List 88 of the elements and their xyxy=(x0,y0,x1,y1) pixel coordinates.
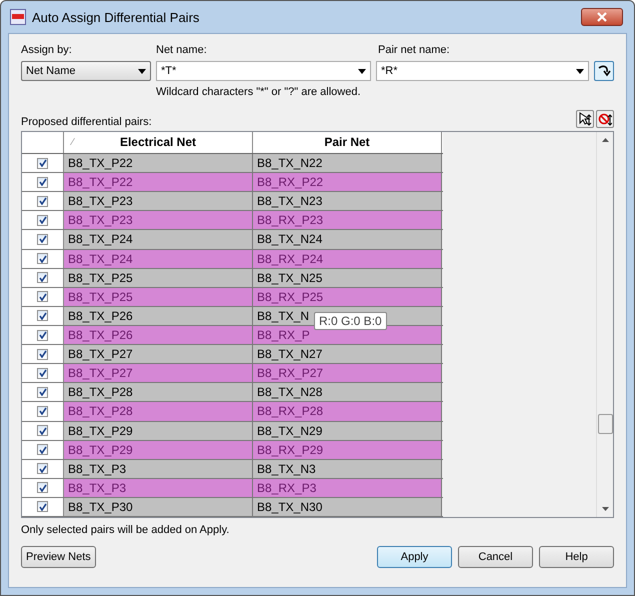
table-cell: B8_TX_N30 xyxy=(253,498,442,516)
table-cell: B8_TX_N28 xyxy=(253,383,442,402)
column-header[interactable]: ∕ Electrical Net xyxy=(64,132,253,153)
table-cell: B8_TX_P3 xyxy=(64,460,253,478)
field-label: Pair net name: xyxy=(378,44,451,56)
checkbox[interactable] xyxy=(37,234,48,245)
table-cell: B8_RX_P25 xyxy=(253,288,442,306)
curved-arrow-icon xyxy=(597,64,611,78)
cursor-icon xyxy=(578,112,592,126)
checkbox[interactable] xyxy=(37,158,48,169)
scroll-down-icon[interactable] xyxy=(602,507,608,511)
column-header[interactable]: Pair Net xyxy=(253,132,442,153)
table-cell: B8_TX_P25 xyxy=(64,288,253,306)
assign-by-dropdown[interactable]: Net Name xyxy=(21,61,151,81)
table-cell: B8_TX_N3 xyxy=(253,460,442,478)
table-cell: B8_TX_P3 xyxy=(64,478,253,497)
table-cell: B8_TX_P22 xyxy=(64,154,253,172)
checkbox[interactable] xyxy=(37,463,48,474)
checkbox[interactable] xyxy=(37,406,48,417)
table-cell: B8_TX_P23 xyxy=(64,211,253,230)
app-icon xyxy=(10,9,26,25)
table-cell: B8_TX_N25 xyxy=(253,268,442,287)
checkbox[interactable] xyxy=(37,368,48,379)
checkbox[interactable] xyxy=(37,176,48,188)
checkbox[interactable] xyxy=(37,425,48,436)
scrollbar[interactable] xyxy=(596,132,613,517)
checkbox[interactable] xyxy=(37,482,48,494)
checkbox[interactable] xyxy=(37,386,48,398)
close-icon xyxy=(597,12,607,22)
select-all-button[interactable] xyxy=(576,110,594,128)
table-cell: B8_RX_P3 xyxy=(253,478,442,497)
footer-note: Only selected pairs will be added on Apply. xyxy=(21,524,230,536)
field-label: Assign by: xyxy=(21,44,73,56)
arrow-icon-button[interactable] xyxy=(594,61,614,81)
table-cell: B8_TX_N27 xyxy=(253,345,442,364)
caret-icon xyxy=(138,68,146,74)
pair-net-name-combo[interactable]: *R* xyxy=(376,61,589,81)
checkbox[interactable] xyxy=(37,310,48,322)
checkbox[interactable] xyxy=(37,272,48,284)
table-cell: B8_TX_P29 xyxy=(64,440,253,459)
table-cell: B8_RX_P23 xyxy=(253,211,442,230)
table-cell: B8_RX_P24 xyxy=(253,250,442,268)
table-cell: B8_TX_P26 xyxy=(64,326,253,344)
checkbox[interactable] xyxy=(37,348,48,360)
table-cell: B8_TX_P28 xyxy=(64,383,253,402)
deselect-all-button[interactable] xyxy=(596,110,614,128)
table-cell: B8_TX_P26 xyxy=(64,306,253,325)
checkbox[interactable] xyxy=(37,196,48,207)
checkbox[interactable] xyxy=(37,330,48,340)
close-button[interactable] xyxy=(581,8,623,26)
table-cell: B8_TX_N24 xyxy=(253,230,442,249)
window-title: Auto Assign Differential Pairs xyxy=(32,10,200,24)
table-cell: B8_TX_N23 xyxy=(253,192,442,210)
table-cell: B8_TX_P24 xyxy=(64,230,253,249)
scroll-thumb[interactable] xyxy=(598,414,613,434)
checkbox[interactable] xyxy=(37,291,48,302)
caret-icon xyxy=(358,68,366,74)
dialog-button[interactable]: Help xyxy=(539,546,614,568)
table-cell: B8_TX_P29 xyxy=(64,422,253,440)
table-cell: B8_TX_P30 xyxy=(64,498,253,516)
table-cell: B8_TX_P24 xyxy=(64,250,253,268)
table-cell: B8_TX_N22 xyxy=(253,154,442,172)
checkbox[interactable] xyxy=(37,444,48,456)
color-tooltip: R:0 G:0 B:0 xyxy=(314,312,387,330)
hint-text: Wildcard characters "*" or "?" are allowed. xyxy=(156,86,362,98)
checkbox[interactable] xyxy=(37,253,48,264)
table-cell: B8_TX_P23 xyxy=(64,192,253,210)
table-cell: B8_TX_P22 xyxy=(64,173,253,192)
table-cell: B8_TX_P28 xyxy=(64,402,253,420)
field-label: Net name: xyxy=(156,44,208,56)
table-cell: B8_RX_P27 xyxy=(253,364,442,382)
table-cell: B8_TX_P27 xyxy=(64,364,253,382)
table-cell: B8_TX_P25 xyxy=(64,268,253,287)
table-cell: B8_RX_P29 xyxy=(253,440,442,459)
no-sign-icon xyxy=(598,112,612,126)
net-name-combo[interactable]: *T* xyxy=(156,61,371,81)
checkbox[interactable] xyxy=(37,214,48,226)
caret-icon xyxy=(576,68,584,74)
scroll-up-icon[interactable] xyxy=(602,138,608,142)
table-cell: B8_TX_N29 xyxy=(253,422,442,440)
table-cell: B8_TX_P27 xyxy=(64,345,253,364)
dialog-button[interactable]: Preview Nets xyxy=(21,546,96,568)
checkbox[interactable] xyxy=(37,501,48,512)
dialog-button[interactable]: Cancel xyxy=(458,546,533,568)
table-cell: B8_RX_P22 xyxy=(253,173,442,192)
section-label: Proposed differential pairs: xyxy=(21,116,152,128)
table-cell: B8_RX_P28 xyxy=(253,402,442,420)
dialog-button[interactable]: Apply xyxy=(377,546,452,568)
